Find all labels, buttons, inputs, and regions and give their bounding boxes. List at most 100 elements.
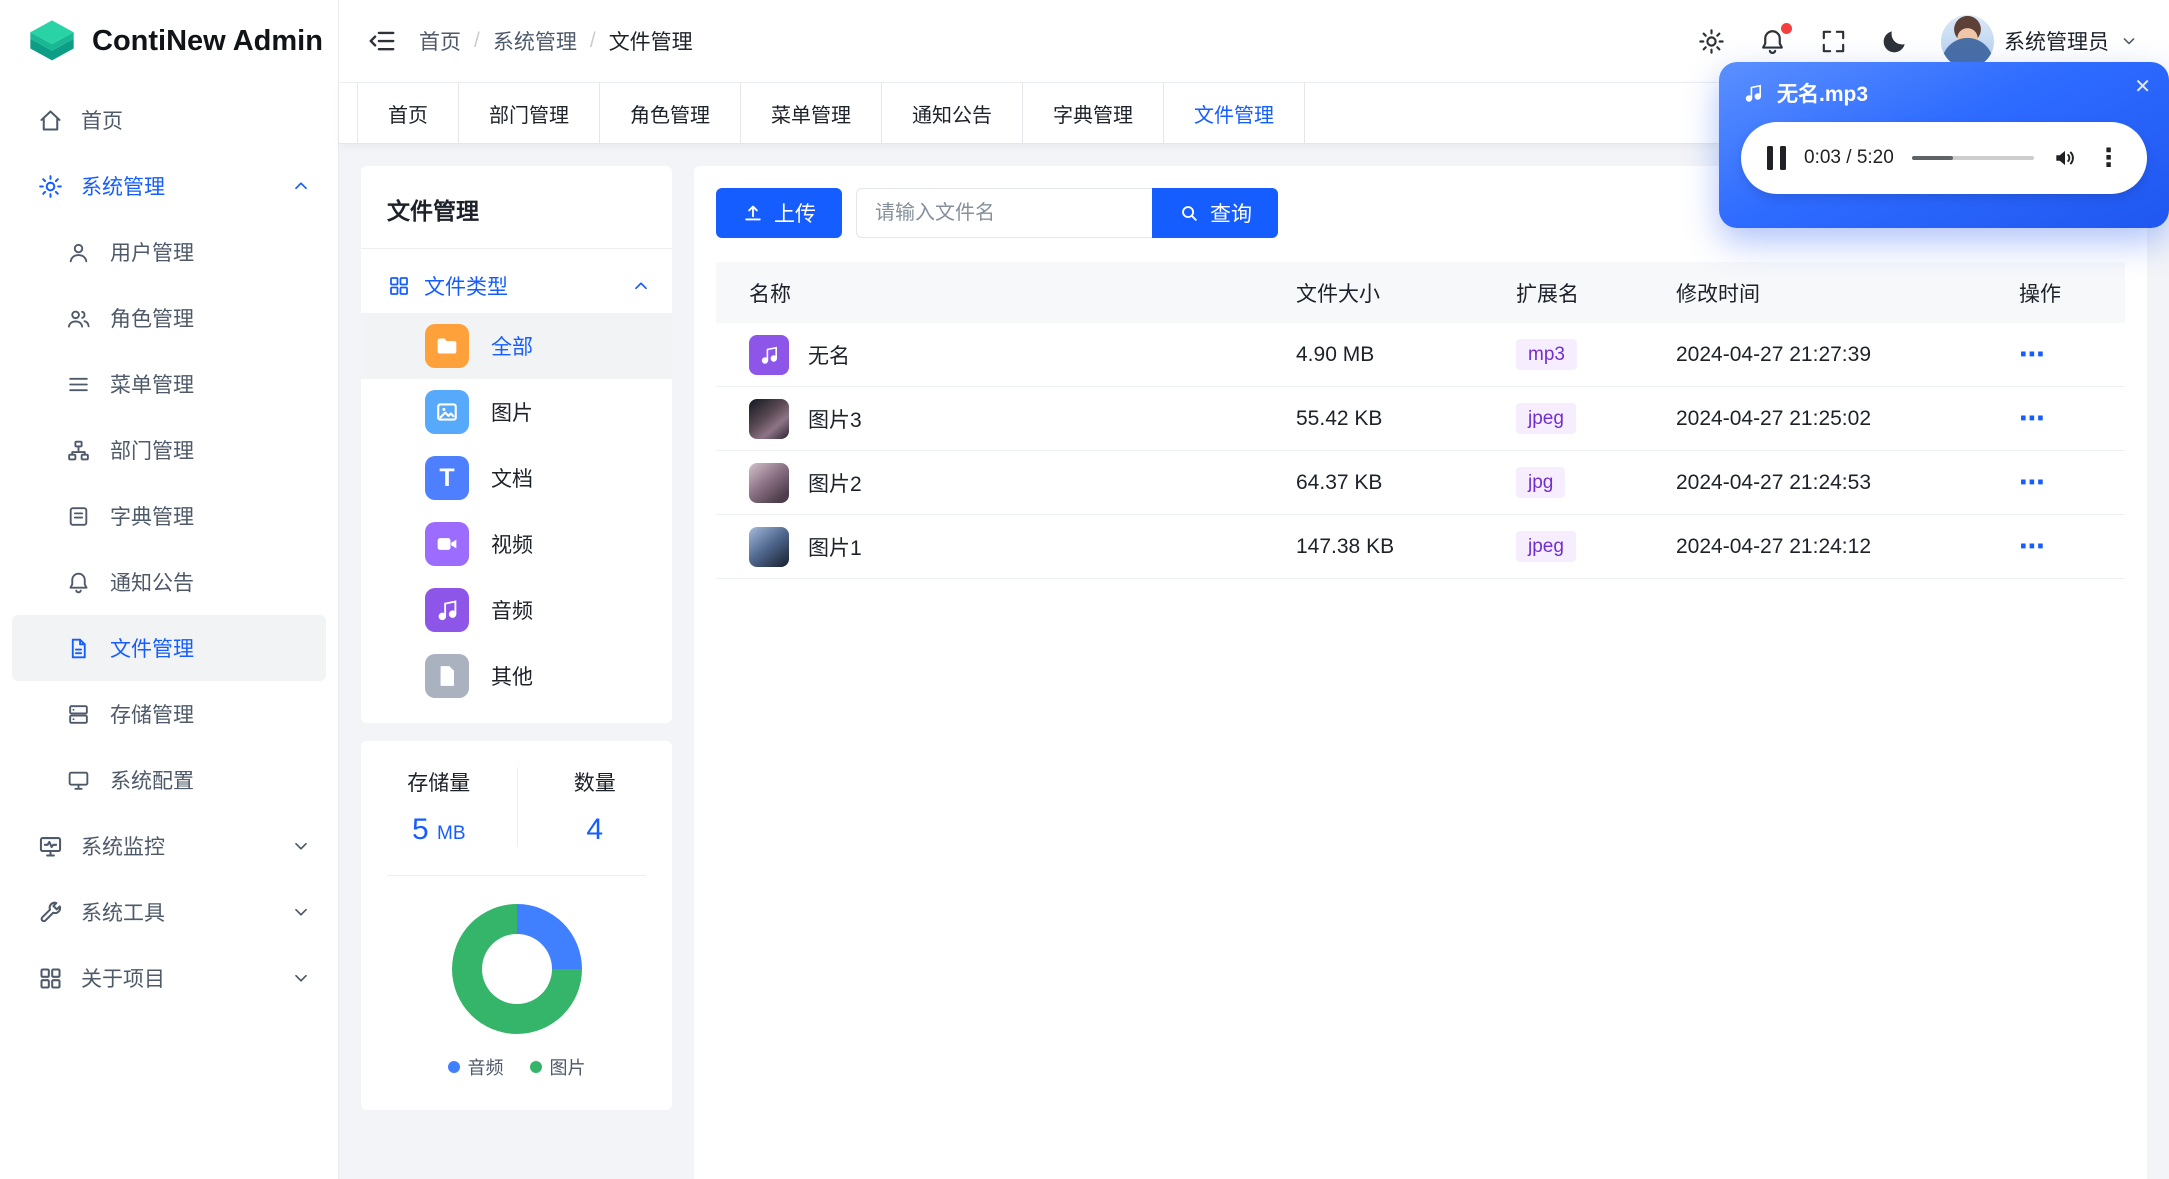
upload-label: 上传 [774, 203, 816, 226]
user-icon [69, 243, 88, 262]
sidebar-item-files[interactable]: 文件管理 [12, 615, 326, 681]
sidebar-item-label: 系统配置 [110, 770, 194, 793]
file-name-cell: 图片1 [749, 526, 1296, 567]
table-row[interactable]: 无名 4.90 MB mp3 2024-04-27 21:27:39 ⋯ [716, 323, 2125, 387]
query-button[interactable]: 查询 [1152, 188, 1278, 238]
app-logo[interactable]: ContiNew Admin [0, 0, 338, 83]
file-type-audio[interactable]: 音频 [361, 577, 672, 643]
sidebar-item-dictionary[interactable]: 字典管理 [12, 483, 326, 549]
tab-roles[interactable]: 角色管理 [600, 83, 741, 143]
legend-item-audio[interactable]: 音频 [447, 1054, 504, 1080]
fullscreen-button[interactable] [1819, 27, 1848, 56]
sidebar-item-label: 字典管理 [110, 506, 194, 529]
table-row[interactable]: 图片3 55.42 KB jpeg 2024-04-27 21:25:02 ⋯ [716, 387, 2125, 451]
breadcrumb-current: 文件管理 [608, 31, 693, 54]
row-actions-button[interactable]: ⋯ [2019, 403, 2046, 434]
row-actions-button[interactable]: ⋯ [2019, 339, 2046, 370]
sidebar-item-users[interactable]: 用户管理 [12, 219, 326, 285]
sidebar-item-departments[interactable]: 部门管理 [12, 417, 326, 483]
file-type-images[interactable]: 图片 [361, 379, 672, 445]
table-row[interactable]: 图片1 147.38 KB jpeg 2024-04-27 21:24:12 ⋯ [716, 515, 2125, 579]
settings-button[interactable] [1697, 27, 1726, 56]
sidebar-item-label: 菜单管理 [110, 374, 194, 397]
sidebar-item-storage[interactable]: 存储管理 [12, 681, 326, 747]
file-ext-cell: jpeg [1516, 531, 1676, 562]
file-type-group-header[interactable]: 文件类型 [361, 249, 672, 313]
tab-menus[interactable]: 菜单管理 [741, 83, 882, 143]
sidebar-group-about[interactable]: 关于项目 [12, 945, 326, 1011]
sidebar-item-roles[interactable]: 角色管理 [12, 285, 326, 351]
tab-notices[interactable]: 通知公告 [882, 83, 1023, 143]
sidebar-group-label: 系统管理 [81, 176, 165, 199]
monitor-icon [68, 771, 89, 790]
content-area: 文件管理 文件类型 全部 图片 T 文档 视频 音频 其他 存储量 5 MB 数… [339, 144, 2169, 1179]
tab-files[interactable]: 文件管理 [1164, 83, 1305, 143]
column-actions: 操作 [2019, 282, 2061, 306]
file-type-other[interactable]: 其他 [361, 643, 672, 709]
sidebar-group-monitor[interactable]: 系统监控 [12, 813, 326, 879]
donut-chart [451, 904, 582, 1034]
pause-button[interactable] [1767, 146, 1786, 170]
search-input[interactable] [856, 188, 1152, 238]
storage-label: 存储量 [407, 772, 471, 795]
audio-file-icon [749, 334, 789, 375]
tab-departments[interactable]: 部门管理 [459, 83, 600, 143]
column-time: 修改时间 [1676, 282, 1760, 306]
actions-cell: ⋯ [2019, 531, 2125, 562]
sidebar-group-tools[interactable]: 系统工具 [12, 879, 326, 945]
audio-player: 无名.mp3 ✕ 0:03 / 5:20 ⋮ [1719, 62, 2169, 228]
file-name-cell: 图片3 [749, 398, 1296, 439]
tab-dictionary[interactable]: 字典管理 [1023, 83, 1164, 143]
file-type-label: 全部 [491, 336, 533, 359]
file-name-cell: 无名 [749, 334, 1296, 375]
app-title: ContiNew Admin [92, 25, 323, 57]
dark-mode-button[interactable] [1880, 27, 1909, 56]
notifications-button[interactable] [1758, 22, 1792, 56]
left-panel: 文件管理 文件类型 全部 图片 T 文档 视频 音频 其他 存储量 5 MB 数… [361, 166, 672, 1110]
speaker-icon [2056, 150, 2074, 166]
seek-slider[interactable] [1911, 156, 2034, 160]
tab-home[interactable]: 首页 [357, 83, 459, 143]
file-list-card: 上传 查询 名称 文件大小 扩展名 修改时 [694, 166, 2147, 1179]
breadcrumb-item[interactable]: 系统管理 [493, 26, 577, 56]
avatar [1941, 14, 1994, 68]
row-actions-button[interactable]: ⋯ [2019, 467, 2046, 498]
sidebar-group-system[interactable]: 系统管理 [12, 153, 326, 219]
file-time: 2024-04-27 21:24:12 [1676, 534, 1871, 558]
topbar-actions: 系统管理员 [1697, 14, 2139, 68]
image-thumbnail [749, 462, 789, 503]
sidebar-item-home[interactable]: 首页 [12, 87, 326, 153]
file-type-documents[interactable]: T 文档 [361, 445, 672, 511]
legend-item-image[interactable]: 图片 [529, 1054, 586, 1080]
player-time: 0:03 / 5:20 [1804, 147, 1894, 168]
count-stat: 数量 4 [516, 767, 673, 847]
player-close-button[interactable]: ✕ [2134, 74, 2151, 99]
count-value: 4 [586, 813, 604, 846]
player-track-title: 无名.mp3 [1777, 83, 1869, 106]
file-type-videos[interactable]: 视频 [361, 511, 672, 577]
sidebar-item-label: 通知公告 [110, 572, 194, 595]
user-menu[interactable]: 系统管理员 [1941, 14, 2139, 68]
chevron-up-icon [635, 282, 647, 290]
breadcrumb-item[interactable]: 首页 [419, 26, 461, 56]
upload-button[interactable]: 上传 [716, 188, 842, 238]
sidebar-group-label: 系统工具 [81, 902, 165, 925]
chevron-down-icon [2123, 38, 2135, 45]
sidebar-item-menus[interactable]: 菜单管理 [12, 351, 326, 417]
file-type-label: 文档 [491, 468, 533, 491]
sidebar-item-notices[interactable]: 通知公告 [12, 549, 326, 615]
file-type-all[interactable]: 全部 [361, 313, 672, 379]
server-icon [69, 704, 88, 724]
count-label: 数量 [573, 772, 616, 795]
volume-button[interactable] [2052, 145, 2078, 171]
gear-icon [39, 174, 62, 198]
chart-container: 音频 图片 [361, 876, 672, 1080]
sidebar-collapse-button[interactable] [367, 26, 397, 56]
chevron-down-icon [295, 908, 307, 916]
file-type-label: 音频 [491, 600, 533, 623]
row-actions-button[interactable]: ⋯ [2019, 531, 2046, 562]
sidebar-item-config[interactable]: 系统配置 [12, 747, 326, 813]
player-menu-button[interactable]: ⋮ [2096, 143, 2121, 173]
stats-grid: 存储量 5 MB 数量 4 [361, 741, 672, 847]
table-row[interactable]: 图片2 64.37 KB jpg 2024-04-27 21:24:53 ⋯ [716, 451, 2125, 515]
